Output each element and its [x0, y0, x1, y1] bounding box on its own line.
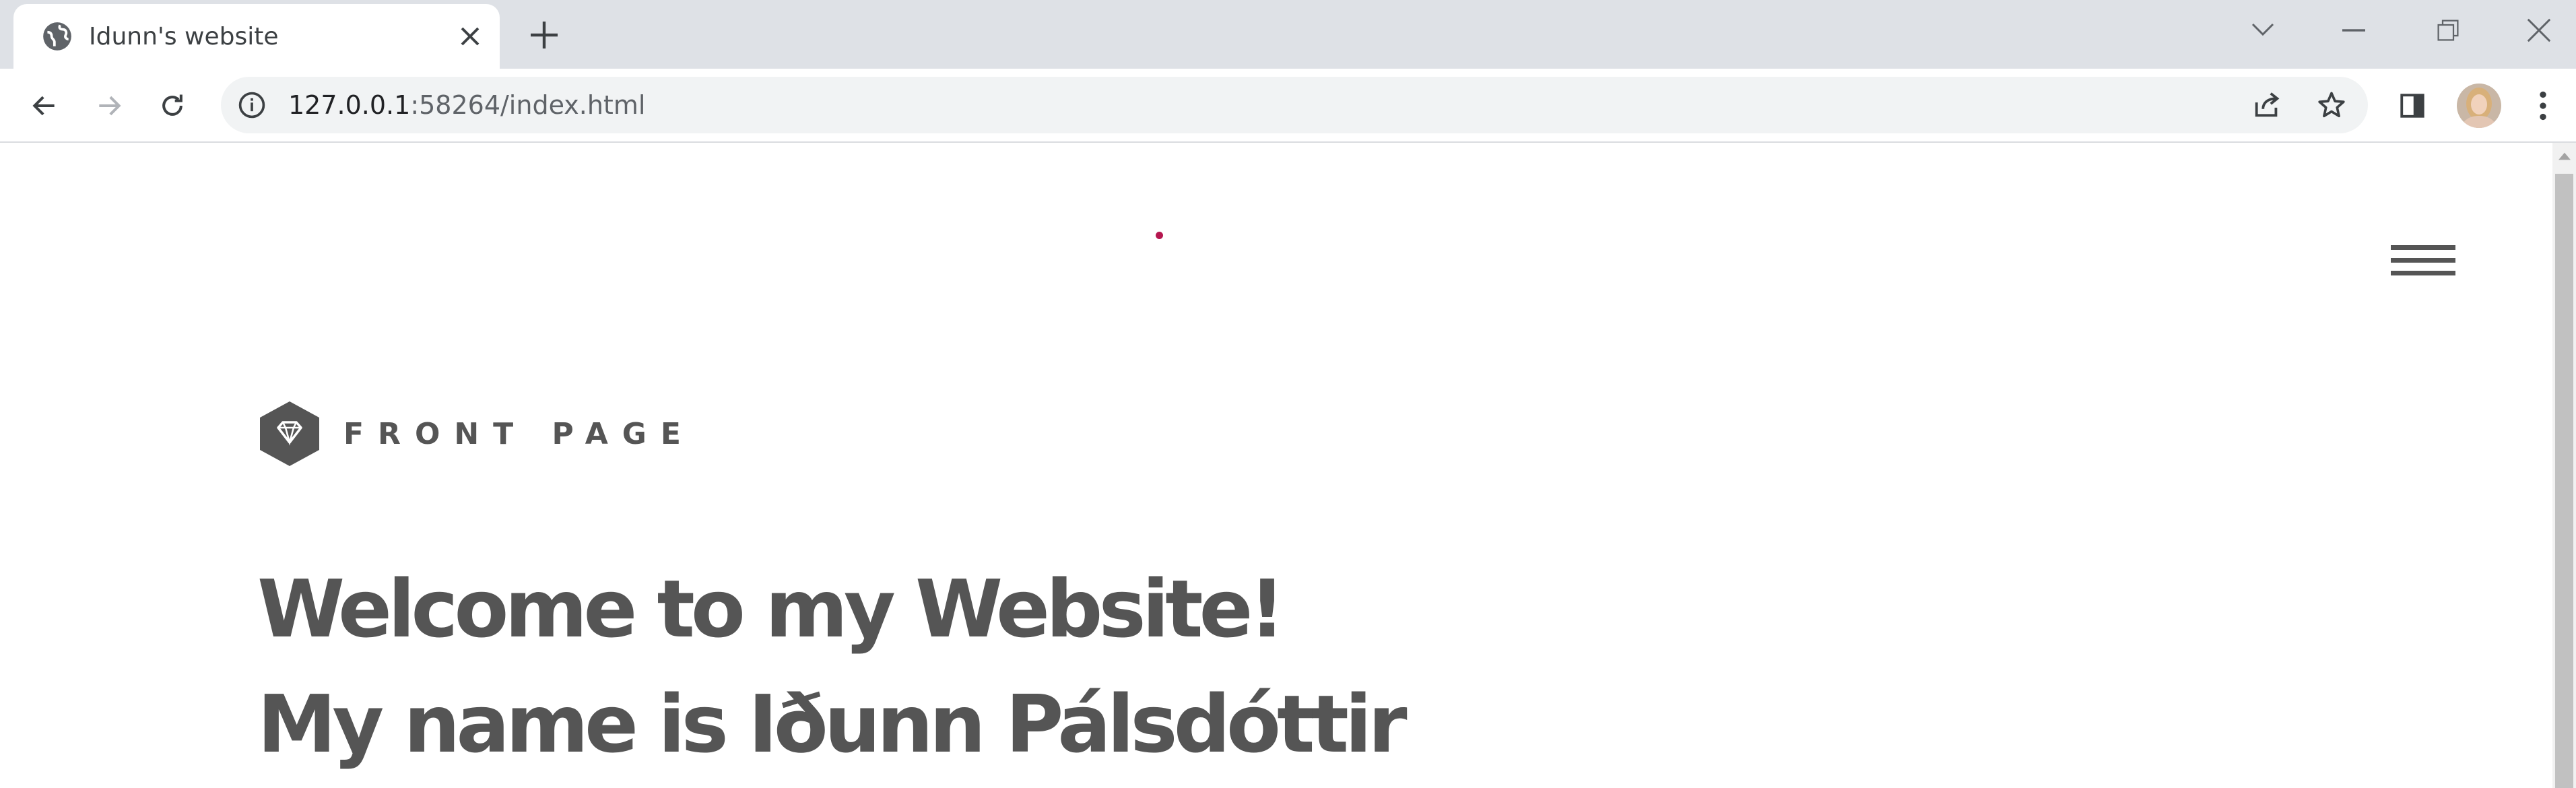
close-icon[interactable]: [453, 19, 488, 54]
reload-icon[interactable]: [151, 84, 194, 127]
page-viewport: FRONT PAGE Welcome to my Website! My nam…: [0, 143, 2552, 788]
tab-title: Idunn's website: [89, 23, 279, 51]
section-label: FRONT PAGE: [343, 417, 695, 451]
scrollbar-thumb[interactable]: [2555, 174, 2573, 788]
tab-strip: Idunn's website: [0, 0, 2576, 69]
browser-tab[interactable]: Idunn's website: [13, 4, 500, 69]
minimize-icon[interactable]: [2317, 0, 2391, 61]
kebab-menu-icon[interactable]: [2521, 84, 2565, 127]
avatar[interactable]: [2457, 84, 2501, 128]
side-panel-icon[interactable]: [2391, 84, 2434, 127]
headline-line-1: Welcome to my Website!: [257, 562, 1285, 655]
globe-icon: [40, 20, 74, 53]
star-icon[interactable]: [2314, 88, 2349, 123]
share-icon[interactable]: [2249, 88, 2284, 123]
forward-arrow-icon[interactable]: [88, 84, 131, 127]
url-text[interactable]: 127.0.0.1:58264/index.html: [288, 77, 645, 133]
headline-line-2: My name is Iðunn Pálsdóttir: [257, 678, 1408, 770]
back-arrow-icon[interactable]: [23, 84, 66, 127]
url-host: 127.0.0.1: [288, 90, 411, 120]
url-path: :58264/index.html: [410, 90, 646, 120]
vertical-scrollbar[interactable]: [2552, 143, 2576, 788]
plus-icon[interactable]: [525, 16, 563, 54]
browser-toolbar: 127.0.0.1:58264/index.html: [0, 69, 2576, 143]
address-bar[interactable]: 127.0.0.1:58264/index.html: [221, 77, 2368, 133]
hamburger-menu-icon[interactable]: [2388, 236, 2458, 284]
info-icon[interactable]: [234, 88, 269, 123]
close-icon[interactable]: [2502, 0, 2576, 61]
restore-icon[interactable]: [2411, 0, 2485, 61]
diamond-icon: [257, 400, 322, 467]
chevron-down-icon[interactable]: [2226, 0, 2300, 61]
scroll-up-arrow-icon[interactable]: [2552, 143, 2576, 170]
accent-dot: [1156, 232, 1163, 239]
